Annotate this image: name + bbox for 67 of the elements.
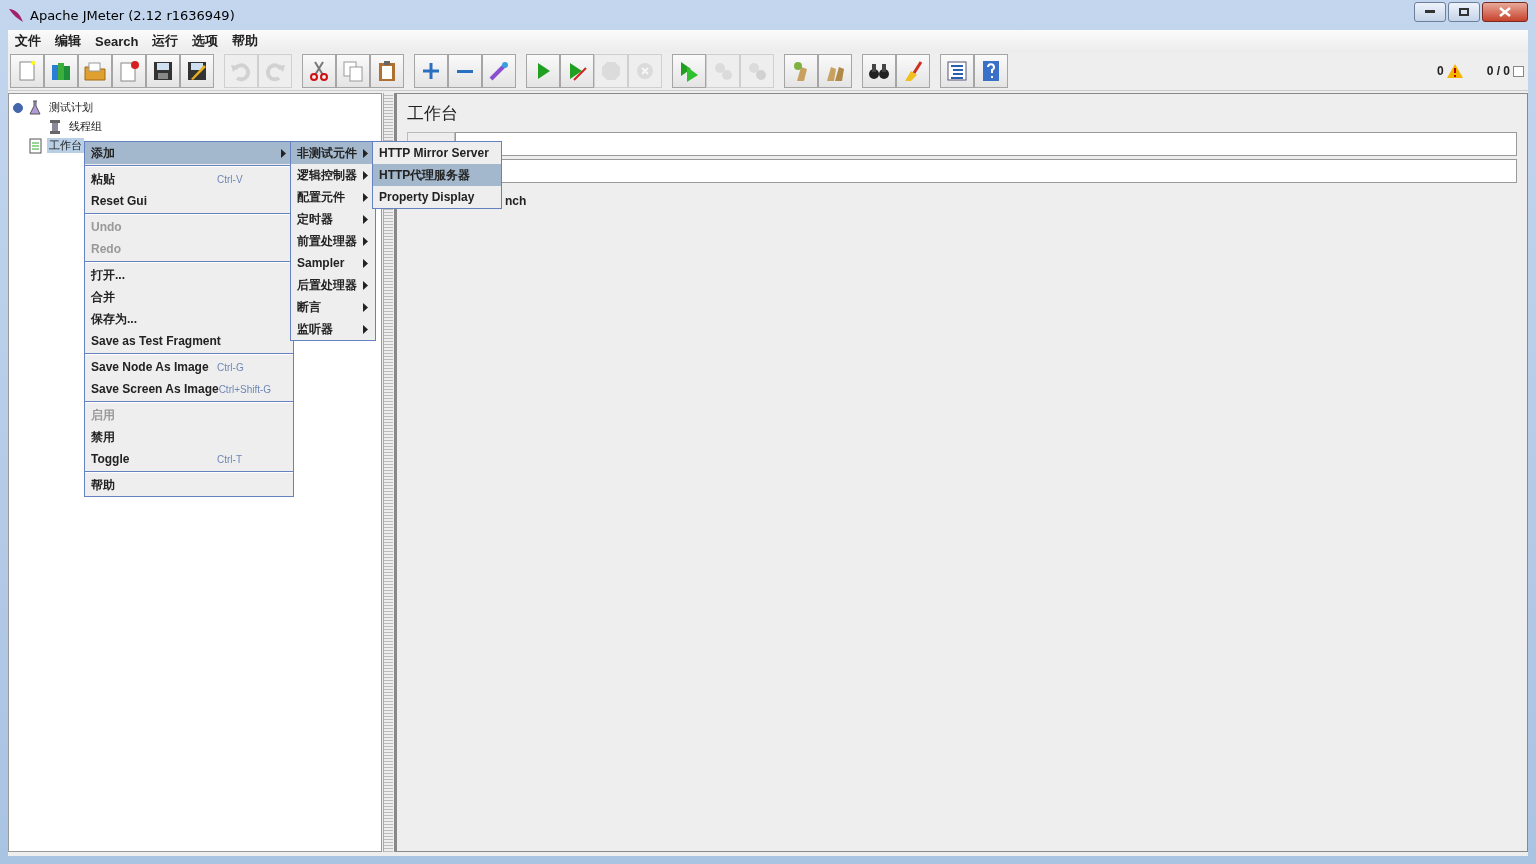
menu-item[interactable]: 禁用 xyxy=(85,426,293,448)
menu-item[interactable]: 打开... xyxy=(85,264,293,286)
menu-item[interactable]: HTTP Mirror Server xyxy=(373,142,501,164)
thread-count: 0 / 0 xyxy=(1486,64,1510,78)
menu-item[interactable]: 保存为... xyxy=(85,308,293,330)
menu-item[interactable]: 监听器 xyxy=(291,318,375,340)
restore-icon xyxy=(1459,8,1469,16)
minus-icon xyxy=(457,69,473,73)
menu-item[interactable]: Save as Test Fragment xyxy=(85,330,293,352)
menu-item[interactable]: 逻辑控制器 xyxy=(291,164,375,186)
menu-item[interactable]: Reset Gui xyxy=(85,190,293,212)
menu-item[interactable]: 非测试元件 xyxy=(291,142,375,164)
shortcut-label: Ctrl-V xyxy=(217,173,244,185)
tree-item[interactable]: 测试计划 xyxy=(47,100,95,115)
expand-handle-icon[interactable] xyxy=(13,102,23,113)
menu-item[interactable]: 选项 xyxy=(185,32,226,50)
shortcut-label: Ctrl-G xyxy=(217,361,245,373)
toolbar-button[interactable] xyxy=(146,54,180,88)
menu-item[interactable]: Save Node As Image Ctrl-G xyxy=(85,356,293,378)
tree-item[interactable]: 工作台 xyxy=(47,138,84,153)
menu-item[interactable]: Save Screen As ImageCtrl+Shift-G xyxy=(85,378,293,400)
shortcut-label: Ctrl-T xyxy=(217,453,243,465)
menu-item[interactable]: 编辑 xyxy=(48,32,88,50)
warning-count: 0 xyxy=(1436,64,1444,78)
minimize-icon xyxy=(1425,10,1435,14)
wand-icon xyxy=(487,59,511,83)
status-indicator-icon xyxy=(1513,65,1524,77)
menu-item[interactable]: 帮助 xyxy=(85,474,293,496)
notepad-icon xyxy=(27,137,43,154)
menu-item[interactable]: 后置处理器 xyxy=(291,274,375,296)
spool-icon xyxy=(47,118,63,135)
menu-item[interactable]: 定时器 xyxy=(291,208,375,230)
menu-item[interactable]: 断言 xyxy=(291,296,375,318)
minimize-button[interactable] xyxy=(1414,2,1446,22)
maximize-button[interactable] xyxy=(1448,2,1480,22)
page-close-icon xyxy=(117,59,141,83)
folder-icon xyxy=(83,59,107,83)
menu-item[interactable]: 运行 xyxy=(145,32,186,50)
window-title: Apache JMeter (2.12 r1636949) xyxy=(30,7,235,23)
menu-item[interactable]: 帮助 xyxy=(225,32,266,50)
close-button[interactable] xyxy=(1482,2,1528,22)
tree-item[interactable]: 线程组 xyxy=(67,119,104,134)
panel-title: 工作台 xyxy=(407,102,459,125)
copy-pages-icon xyxy=(341,59,365,83)
toolbar-button[interactable] xyxy=(180,54,214,88)
feather-icon xyxy=(8,7,24,23)
menu-item[interactable]: 前置处理器 xyxy=(291,230,375,252)
menu-item[interactable]: Property Display xyxy=(373,186,501,208)
toolbar-button[interactable] xyxy=(862,54,896,88)
floppy-pencil-icon xyxy=(185,59,209,83)
shortcut-label: Ctrl+Shift-G xyxy=(218,383,273,395)
scissors-icon xyxy=(307,59,331,83)
toolbar-button[interactable] xyxy=(940,54,974,88)
list-icon xyxy=(945,59,969,83)
menu-item[interactable]: Search xyxy=(88,33,146,49)
menu-item[interactable]: 合并 xyxy=(85,286,293,308)
menu-item[interactable]: HTTP代理服务器 xyxy=(373,164,501,186)
flask-icon xyxy=(27,99,43,116)
menu-item[interactable]: 添加 xyxy=(85,142,293,164)
warning-icon xyxy=(1446,64,1463,78)
menu-item[interactable]: Sampler xyxy=(291,252,375,274)
menu-item[interactable]: 文件 xyxy=(8,32,48,50)
field-label: nch xyxy=(505,194,527,208)
menu-item[interactable]: Toggle Ctrl-T xyxy=(85,448,293,470)
menu-item[interactable]: 配置元件 xyxy=(291,186,375,208)
menu-item[interactable]: 粘贴 Ctrl-V xyxy=(85,168,293,190)
close-icon xyxy=(1499,7,1511,17)
